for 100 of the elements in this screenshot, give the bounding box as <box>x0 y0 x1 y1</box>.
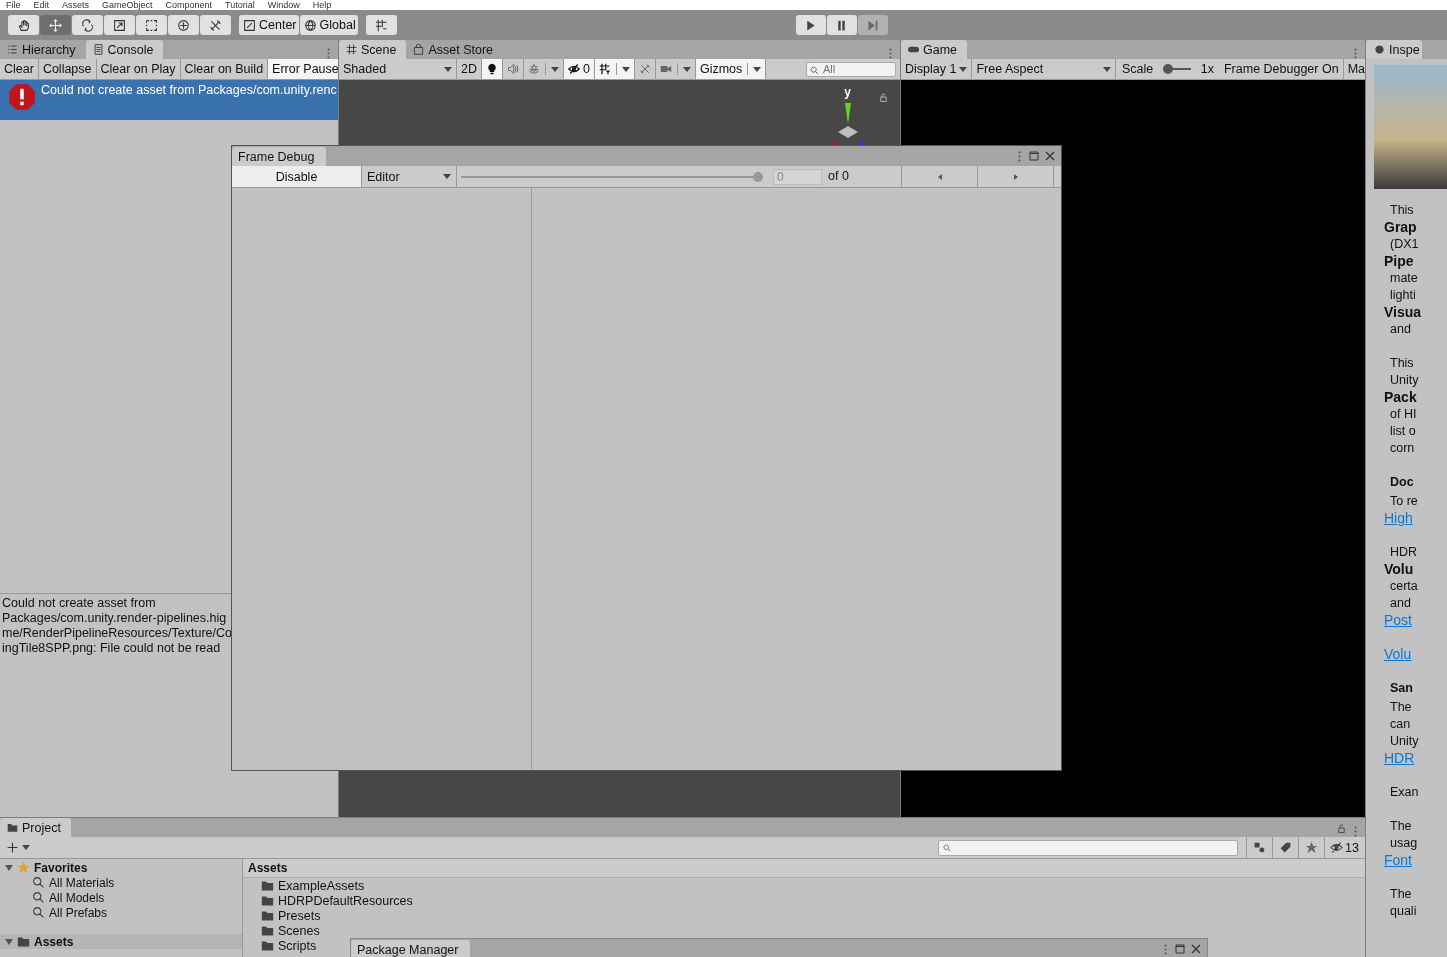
log-message: Could not create asset from Packages/com.unity.renc <box>41 83 337 97</box>
menu-item[interactable]: Edit <box>33 0 50 10</box>
menu-item[interactable]: File <box>6 0 21 10</box>
pivot-button[interactable]: Center <box>239 15 299 35</box>
more-options-icon[interactable] <box>889 48 892 59</box>
text-line: (DX1 <box>1389 236 1420 253</box>
shopping-bag-icon <box>413 44 425 55</box>
more-options-icon[interactable] <box>327 48 330 59</box>
more-options-icon[interactable] <box>1164 944 1167 955</box>
text-line: and <box>1389 321 1412 338</box>
grid-snap-icon <box>374 18 388 32</box>
tool-button[interactable] <box>136 15 167 35</box>
search-field[interactable] <box>938 839 1239 856</box>
text-line: The <box>1389 699 1413 716</box>
tool-button[interactable] <box>200 15 231 35</box>
text-line: of HI <box>1389 406 1418 423</box>
menu-item[interactable]: Assets <box>62 0 90 10</box>
star-icon <box>17 861 30 874</box>
tool-button[interactable] <box>72 15 103 35</box>
play-button[interactable] <box>795 15 826 35</box>
text-line: Visua <box>1384 304 1422 321</box>
folder-item[interactable]: Scripts <box>243 938 317 953</box>
text-line: HDR <box>1389 544 1419 561</box>
more-options-icon[interactable] <box>1354 48 1357 59</box>
panel-tab[interactable]: Console <box>85 40 164 59</box>
event-count: of 0 <box>822 166 902 187</box>
more-options-icon[interactable] <box>1354 826 1357 837</box>
text-line: The <box>1389 818 1413 835</box>
slider-thumb[interactable] <box>753 171 763 182</box>
text-line: Exan <box>1389 784 1420 801</box>
folder-icon <box>261 924 274 937</box>
lighting-toggle-button[interactable] <box>482 59 503 79</box>
disable-button[interactable]: Disable <box>232 166 362 187</box>
window-tab[interactable]: Frame Debug <box>232 147 327 166</box>
target-dropdown[interactable]: Editor <box>362 166 457 187</box>
foldout-icon[interactable] <box>5 863 13 872</box>
menu-item[interactable]: Component <box>165 0 213 10</box>
text-line: list o <box>1389 423 1417 440</box>
console-toggle-button[interactable]: Error Pause <box>268 59 338 79</box>
tool-button[interactable] <box>104 15 135 35</box>
caret-icon <box>22 845 30 850</box>
pivot-button[interactable]: Global <box>299 15 358 35</box>
menu-item[interactable]: GameObject <box>102 0 153 10</box>
folder-icon <box>261 939 274 952</box>
folder-item[interactable]: Presets <box>243 908 321 923</box>
log-entry[interactable]: Could not create asset from Packages/com.unity.renc <box>0 80 338 120</box>
close-icon[interactable] <box>1045 151 1055 161</box>
folder-item[interactable]: HDRPDefaultResources <box>243 893 413 908</box>
console-icon <box>92 44 104 55</box>
menu-item[interactable]: Help <box>312 0 332 10</box>
panel-tab[interactable]: Inspe <box>1366 40 1422 59</box>
lock-icon[interactable] <box>879 92 888 102</box>
slider-thumb[interactable] <box>1163 64 1174 74</box>
maximize-icon[interactable] <box>1175 944 1185 954</box>
text-line: and <box>1389 595 1412 612</box>
tool-button[interactable] <box>168 15 199 35</box>
breadcrumb: Assets <box>243 859 1365 878</box>
lock-icon[interactable] <box>1337 823 1346 833</box>
gizmos-toggle-button[interactable]: Gizmos <box>695 59 767 79</box>
gamepad-icon <box>908 44 919 55</box>
visibility-toggle-button[interactable]: 0 <box>564 59 595 79</box>
tree-item[interactable]: Assets <box>0 934 242 949</box>
text-line: certa <box>1389 578 1419 595</box>
text-line: lighti <box>1389 287 1417 304</box>
menu-item[interactable]: Tutorial <box>225 0 255 10</box>
tree-item[interactable]: All Models <box>0 890 242 905</box>
snap-button[interactable] <box>365 15 397 35</box>
pause-button[interactable] <box>826 15 857 35</box>
tree-item[interactable]: All Materials <box>0 875 242 890</box>
eye-slash-icon <box>1330 841 1344 854</box>
foldout-icon[interactable] <box>5 937 13 946</box>
tree-item[interactable]: Favorites <box>0 860 242 875</box>
globe-icon <box>303 18 317 32</box>
close-icon[interactable] <box>1191 944 1201 954</box>
text-line: can <box>1389 716 1412 733</box>
caret-icon <box>621 66 630 72</box>
maximize-icon[interactable] <box>1029 151 1039 161</box>
menu-item[interactable]: Window <box>267 0 300 10</box>
caret-icon <box>444 66 452 72</box>
folder-item[interactable]: ExampleAssets <box>243 878 365 893</box>
error-icon <box>8 83 36 111</box>
tool-button[interactable] <box>8 15 39 35</box>
tool-button[interactable] <box>40 15 71 35</box>
folder-icon <box>7 822 18 833</box>
panel-tab[interactable]: Scene <box>339 40 407 59</box>
panel-tab[interactable]: Game <box>901 40 968 59</box>
folder-item[interactable]: Scenes <box>243 923 320 938</box>
hidden-packages-button[interactable]: 13 <box>1324 837 1365 858</box>
more-options-icon[interactable] <box>1018 151 1021 162</box>
panel-tab[interactable]: Project <box>0 818 71 837</box>
grid-toggle-button[interactable] <box>594 59 635 79</box>
tree-item[interactable]: All Prefabs <box>0 905 242 920</box>
window-tab[interactable]: Package Manager <box>351 940 471 957</box>
log-detail-text: Could not create asset from Packages/com.unity.render-pipelines.hig me/RenderPipelineResources/Texture/Co ingTile8SPP.png: File could not be read <box>2 596 233 656</box>
plus-icon <box>6 841 19 854</box>
toolbar-button[interactable]: Ma <box>1342 59 1365 79</box>
folder-icon <box>261 894 274 907</box>
transform-icon <box>177 18 190 32</box>
caret-icon <box>682 66 691 72</box>
search-field[interactable]: All <box>806 61 896 77</box>
